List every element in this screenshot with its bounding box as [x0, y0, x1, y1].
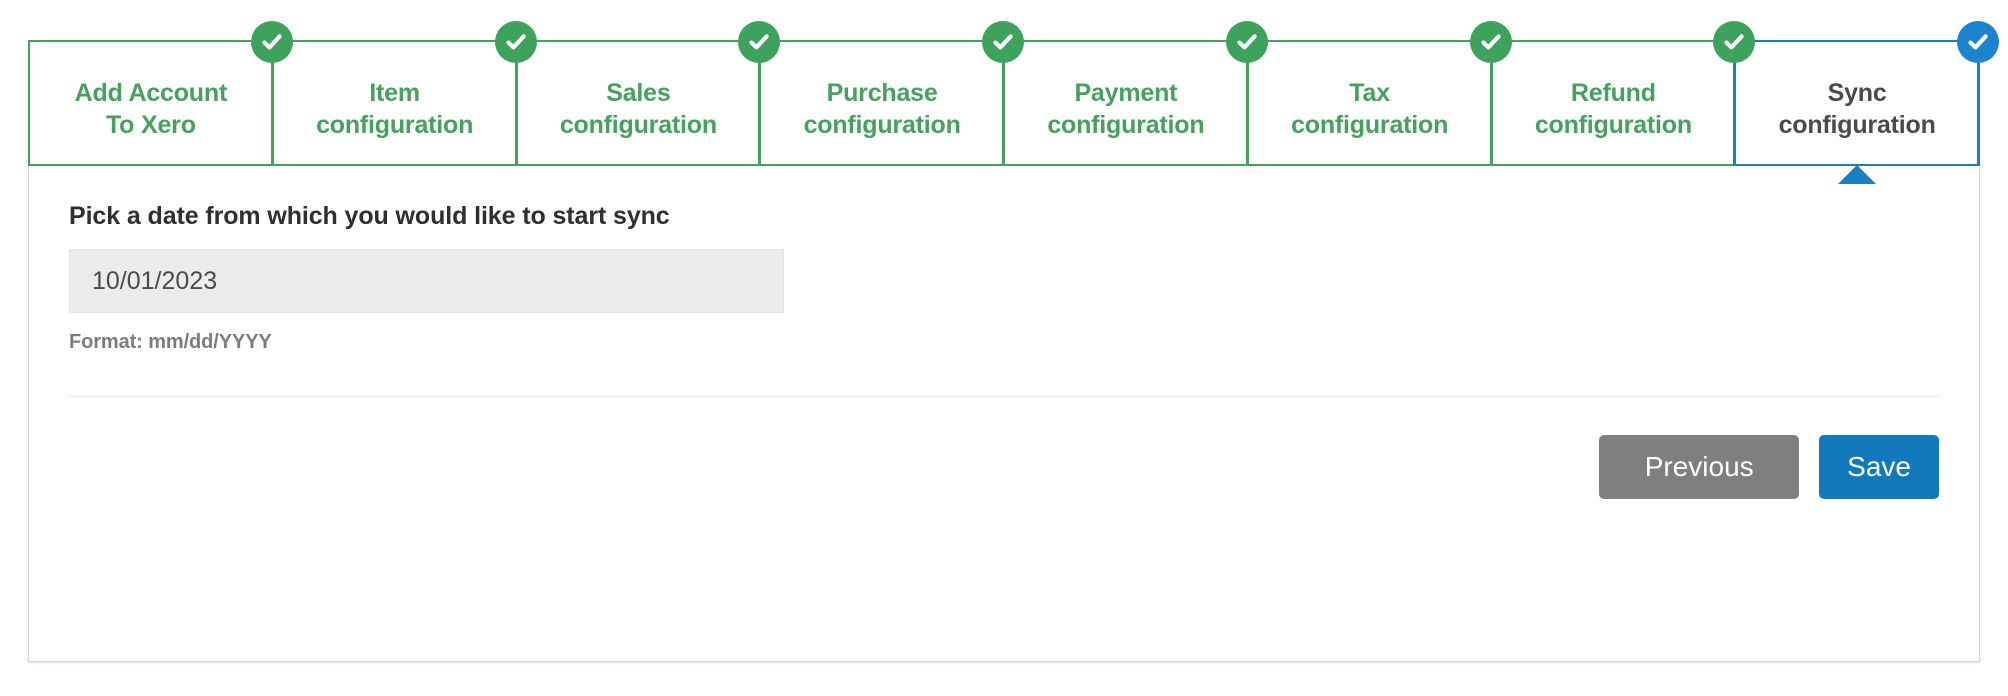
wizard-step-label: Add Account To Xero: [74, 79, 228, 139]
wizard-step-label: Tax configuration: [1291, 79, 1449, 139]
save-button[interactable]: Save: [1819, 435, 1939, 499]
wizard-step-item-configuration[interactable]: Item configuration: [271, 21, 537, 168]
form-action-row: Previous Save: [29, 397, 1979, 499]
wizard-step-label: Payment configuration: [1047, 79, 1205, 139]
wizard-step-purchase-configuration[interactable]: Purchase configuration: [759, 21, 1024, 168]
active-step-arrow-icon: [1838, 165, 1877, 184]
sync-configuration-panel: Pick a date from which you would like to…: [28, 166, 1980, 662]
wizard-step-payment-configuration[interactable]: Payment configuration: [1003, 21, 1268, 168]
sync-configuration-form: Pick a date from which you would like to…: [29, 166, 1979, 397]
wizard-step-label: Purchase configuration: [803, 79, 961, 139]
start-sync-date-input[interactable]: [69, 249, 784, 313]
wizard-step-label: Refund configuration: [1534, 79, 1692, 139]
wizard-step-label: Item configuration: [316, 79, 474, 139]
check-circle-icon: [250, 21, 293, 63]
wizard-step-tax-configuration[interactable]: Tax configuration: [1246, 21, 1512, 168]
date-format-hint: Format: mm/dd/YYYY: [69, 331, 272, 353]
check-circle-icon: [738, 21, 781, 63]
previous-button[interactable]: Previous: [1599, 435, 1800, 499]
check-circle-icon: [494, 21, 537, 63]
sync-configuration-wizard: Add Account To Xero Item configuration S…: [28, 21, 1999, 662]
check-circle-icon: [1713, 21, 1756, 63]
check-circle-icon: [982, 21, 1024, 63]
start-sync-date-label: Pick a date from which you would like to…: [69, 202, 670, 230]
check-circle-icon: [1469, 21, 1512, 63]
wizard-step-strip: Add Account To Xero Item configuration S…: [28, 21, 1999, 184]
check-circle-icon: [1225, 21, 1268, 63]
wizard-step-label: Sync configuration: [1778, 79, 1936, 139]
check-circle-icon: [1957, 21, 1999, 63]
wizard-step-add-account-to-xero[interactable]: Add Account To Xero: [28, 21, 293, 168]
wizard-step-sales-configuration[interactable]: Sales configuration: [515, 21, 781, 168]
wizard-step-sync-configuration[interactable]: Sync configuration: [1734, 21, 1999, 184]
wizard-step-refund-configuration[interactable]: Refund configuration: [1490, 21, 1756, 168]
wizard-step-label: Sales configuration: [559, 79, 717, 139]
